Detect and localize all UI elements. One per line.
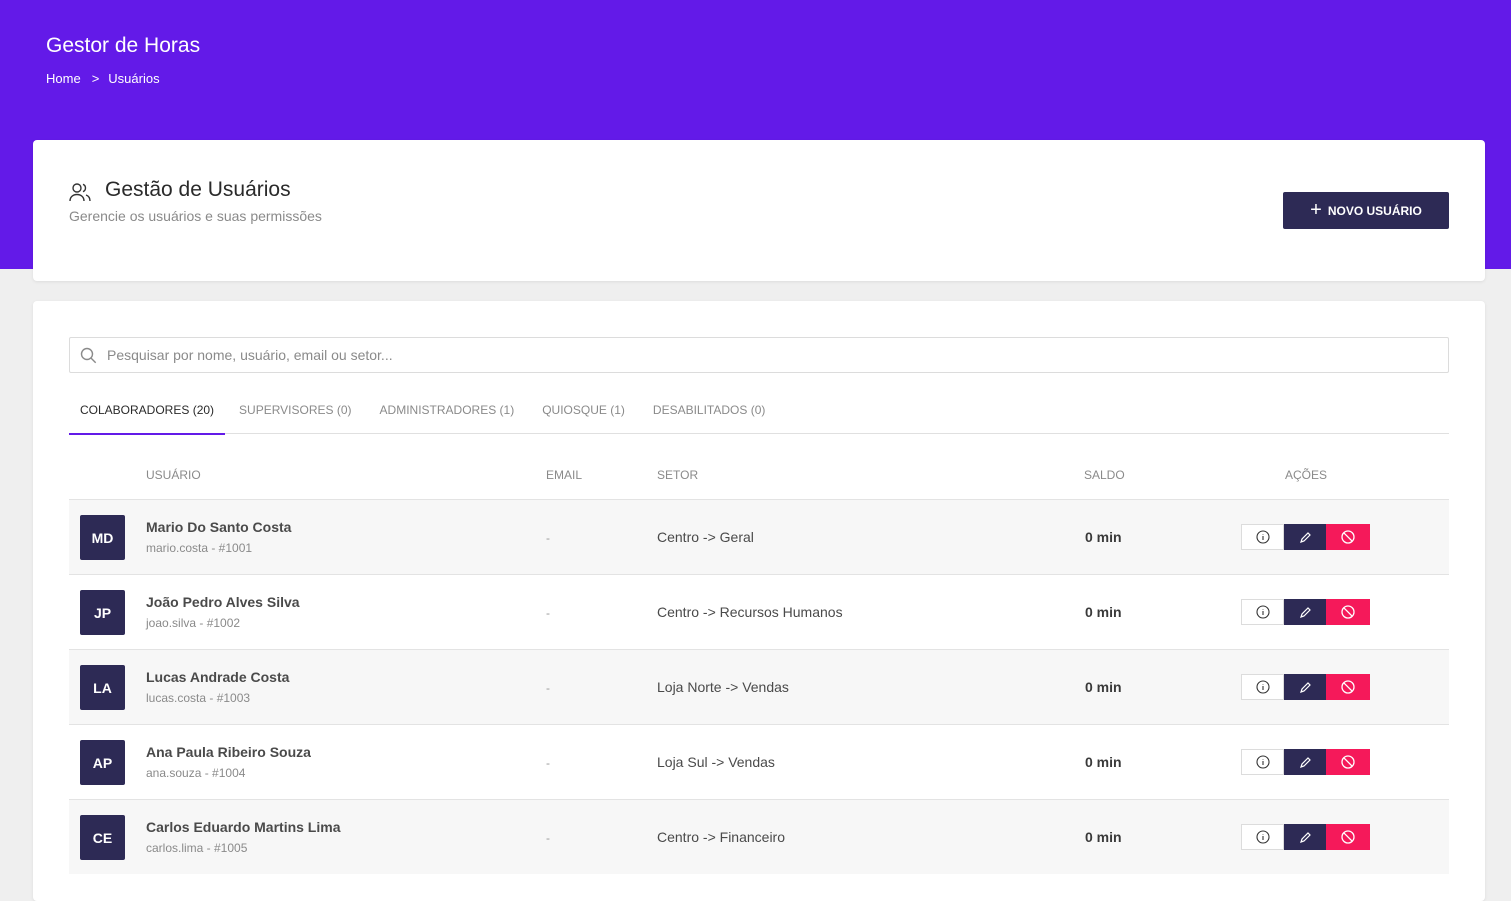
user-name: Lucas Andrade Costa	[146, 669, 290, 685]
user-balance: 0 min	[1085, 754, 1122, 770]
user-login: mario.costa - #1001	[146, 541, 253, 555]
user-login: joao.silva - #1002	[146, 616, 241, 630]
table-row: MD Mario Do Santo Costa mario.costa - #1…	[69, 499, 1449, 574]
user-name: Mario Do Santo Costa	[146, 519, 292, 535]
users-table-body: MD Mario Do Santo Costa mario.costa - #1…	[69, 499, 1449, 874]
avatar: JP	[80, 590, 125, 635]
row-actions	[1241, 599, 1370, 625]
breadcrumb-current: Usuários	[108, 71, 160, 86]
block-icon	[1341, 830, 1355, 844]
info-icon	[1255, 605, 1270, 619]
users-icon	[69, 183, 91, 202]
user-sector: Loja Norte -> Vendas	[657, 679, 789, 695]
column-header-user: USUÁRIO	[146, 468, 201, 482]
disable-button[interactable]	[1326, 599, 1370, 625]
row-actions	[1241, 674, 1370, 700]
user-sector: Centro -> Recursos Humanos	[657, 604, 843, 620]
block-icon	[1341, 755, 1355, 769]
user-name: João Pedro Alves Silva	[146, 594, 300, 610]
user-email: -	[546, 531, 550, 545]
search-bar	[69, 337, 1449, 373]
table-row: AP Ana Paula Ribeiro Souza ana.souza - #…	[69, 724, 1449, 799]
user-email: -	[546, 756, 550, 770]
edit-button[interactable]	[1284, 674, 1326, 700]
edit-button[interactable]	[1284, 749, 1326, 775]
user-email: -	[546, 681, 550, 695]
column-header-actions: AÇÕES	[1285, 468, 1328, 482]
tab-administradores[interactable]: ADMINISTRADORES (1)	[366, 393, 529, 433]
info-icon	[1255, 755, 1270, 769]
user-sector: Centro -> Financeiro	[657, 829, 786, 845]
tab-colaboradores[interactable]: COLABORADORES (20)	[69, 393, 226, 435]
info-icon	[1255, 680, 1270, 694]
row-actions	[1241, 749, 1370, 775]
avatar: AP	[80, 740, 125, 785]
tab-desabilitados[interactable]: DESABILITADOS (0)	[639, 393, 779, 433]
search-input[interactable]	[105, 339, 1448, 371]
table-row: LA Lucas Andrade Costa lucas.costa - #10…	[69, 649, 1449, 724]
pencil-icon	[1299, 756, 1311, 768]
avatar: CE	[80, 815, 125, 860]
user-login: ana.souza - #1004	[146, 766, 246, 780]
disable-button[interactable]	[1326, 674, 1370, 700]
block-icon	[1341, 530, 1355, 544]
info-icon	[1255, 530, 1270, 544]
search-icon	[80, 347, 97, 363]
user-balance: 0 min	[1085, 529, 1122, 545]
column-header-email: EMAIL	[546, 468, 583, 482]
edit-button[interactable]	[1284, 599, 1326, 625]
user-sector: Loja Sul -> Vendas	[657, 754, 775, 770]
disable-button[interactable]	[1326, 824, 1370, 850]
row-actions	[1241, 824, 1370, 850]
page-subtitle: Gerencie os usuários e suas permissões	[69, 208, 322, 224]
avatar: MD	[80, 515, 125, 560]
block-icon	[1341, 680, 1355, 694]
pencil-icon	[1299, 606, 1311, 618]
table-row: CE Carlos Eduardo Martins Lima carlos.li…	[69, 799, 1449, 874]
edit-button[interactable]	[1284, 524, 1326, 550]
info-icon	[1255, 830, 1270, 844]
table-row: JP João Pedro Alves Silva joao.silva - #…	[69, 574, 1449, 649]
page-header-card: Gestão de Usuários Gerencie os usuários …	[33, 140, 1485, 281]
info-button[interactable]	[1241, 524, 1284, 550]
column-header-balance: SALDO	[1084, 468, 1125, 482]
info-button[interactable]	[1241, 599, 1284, 625]
info-button[interactable]	[1241, 749, 1284, 775]
user-sector: Centro -> Geral	[657, 529, 754, 545]
pencil-icon	[1299, 831, 1311, 843]
row-actions	[1241, 524, 1370, 550]
users-card: COLABORADORES (20) SUPERVISORES (0) ADMI…	[33, 301, 1485, 901]
info-button[interactable]	[1241, 824, 1284, 850]
user-email: -	[546, 831, 550, 845]
breadcrumb-home[interactable]: Home	[46, 71, 81, 86]
pencil-icon	[1299, 681, 1311, 693]
tab-supervisores[interactable]: SUPERVISORES (0)	[225, 393, 365, 433]
app-title: Gestor de Horas	[46, 34, 201, 57]
edit-button[interactable]	[1284, 824, 1326, 850]
disable-button[interactable]	[1326, 749, 1370, 775]
info-button[interactable]	[1241, 674, 1284, 700]
new-user-button-label: NOVO USUÁRIO	[1327, 203, 1422, 218]
new-user-button[interactable]: + NOVO USUÁRIO	[1283, 192, 1449, 229]
pencil-icon	[1299, 531, 1311, 543]
avatar: LA	[80, 665, 125, 710]
plus-icon: +	[1310, 198, 1322, 221]
user-balance: 0 min	[1085, 604, 1122, 620]
user-login: carlos.lima - #1005	[146, 841, 248, 855]
user-balance: 0 min	[1085, 679, 1122, 695]
page-title: Gestão de Usuários	[105, 178, 291, 201]
user-balance: 0 min	[1085, 829, 1122, 845]
user-name: Carlos Eduardo Martins Lima	[146, 819, 341, 835]
breadcrumb-separator: >	[91, 71, 100, 86]
user-type-tabs: COLABORADORES (20) SUPERVISORES (0) ADMI…	[69, 393, 1449, 435]
column-header-sector: SETOR	[657, 468, 699, 482]
disable-button[interactable]	[1326, 524, 1370, 550]
block-icon	[1341, 605, 1355, 619]
user-email: -	[546, 606, 550, 620]
tab-quiosque[interactable]: QUIOSQUE (1)	[528, 393, 639, 433]
user-login: lucas.costa - #1003	[146, 691, 251, 705]
breadcrumb: Home > Usuários	[46, 71, 160, 86]
user-name: Ana Paula Ribeiro Souza	[146, 744, 311, 760]
